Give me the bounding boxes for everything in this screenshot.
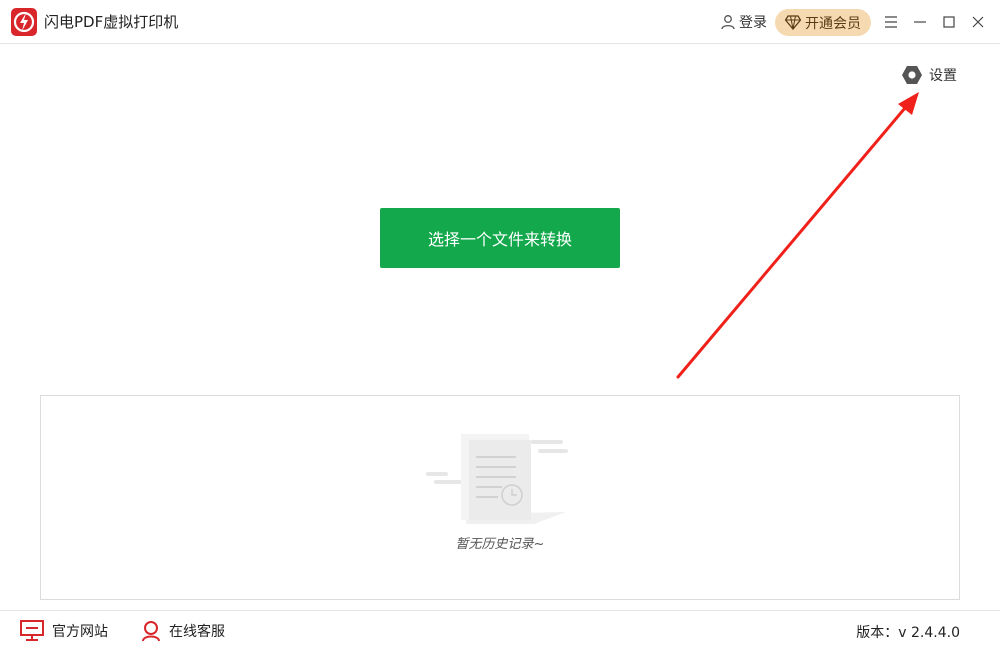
support-label: 在线客服 <box>169 624 225 640</box>
login-button[interactable]: 登录 <box>720 12 767 32</box>
version-label: 版本： <box>856 625 899 641</box>
vip-label: 开通会员 <box>805 15 861 32</box>
vip-membership-button[interactable]: 开通会员 <box>775 9 871 36</box>
title-bar: 闪电PDF虚拟打印机 登录 开通会员 <box>0 0 1000 44</box>
version-info: 版本：v 2.4.4.0 <box>856 622 960 642</box>
app-logo-icon <box>11 8 37 36</box>
close-icon[interactable] <box>968 12 988 32</box>
select-file-button[interactable]: 选择一个文件来转换 <box>380 208 620 268</box>
empty-document-icon <box>426 434 568 524</box>
support-agent-icon <box>142 621 160 642</box>
minimize-icon[interactable] <box>910 12 930 32</box>
official-website-link[interactable]: 官方网站 <box>20 620 108 642</box>
diamond-icon <box>785 15 801 30</box>
footer-bar: 官方网站 在线客服 版本：v 2.4.4.0 <box>0 610 1000 650</box>
app-title: 闪电PDF虚拟打印机 <box>44 13 179 31</box>
login-label: 登录 <box>739 15 767 31</box>
version-value: v 2.4.4.0 <box>898 625 960 641</box>
history-panel: 暂无历史记录~ <box>40 395 960 600</box>
settings-button[interactable]: 设置 <box>901 64 957 86</box>
website-label: 官方网站 <box>52 624 108 640</box>
settings-label: 设置 <box>929 68 957 84</box>
online-support-link[interactable]: 在线客服 <box>141 620 225 642</box>
gear-icon <box>902 66 922 84</box>
maximize-icon[interactable] <box>939 12 959 32</box>
user-icon <box>721 15 735 30</box>
empty-history-text: 暂无历史记录~ <box>455 537 545 552</box>
monitor-icon <box>20 620 44 641</box>
menu-icon[interactable] <box>881 12 901 32</box>
